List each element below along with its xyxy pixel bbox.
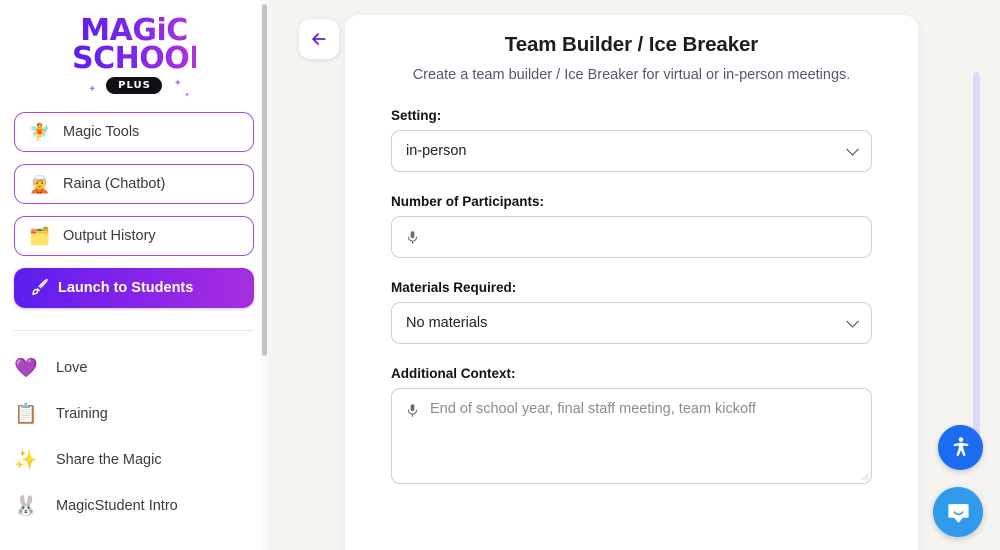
sidebar-scrollbar-thumb[interactable] — [262, 4, 267, 356]
setting-select-value: in-person — [406, 143, 467, 160]
microphone-icon[interactable] — [405, 228, 420, 247]
materials-select[interactable]: No materials — [391, 302, 872, 345]
sidebar-item-label: Output History — [63, 228, 156, 244]
setting-select[interactable]: in-person — [391, 130, 872, 173]
participants-input[interactable] — [391, 216, 872, 259]
logo[interactable]: MAGiC SCHOOL PLUS ✦ ✦ ✦ — [0, 0, 268, 112]
additional-context-placeholder: End of school year, final staff meeting,… — [430, 401, 756, 418]
sidebar-item-raina-chatbot[interactable]: 🧝 Raina (Chatbot) — [14, 164, 254, 204]
sidebar-nav: 🧚 Magic Tools 🧝 Raina (Chatbot) 🗂️ Outpu… — [0, 112, 268, 308]
chat-bubble-icon — [947, 503, 969, 523]
sidebar-item-output-history[interactable]: 🗂️ Output History — [14, 216, 254, 256]
field-participants: Number of Participants: — [391, 194, 872, 259]
arrow-left-icon — [312, 33, 326, 45]
tool-form-card: Team Builder / Ice Breaker Create a team… — [345, 15, 918, 550]
additional-context-textarea[interactable]: End of school year, final staff meeting,… — [391, 388, 872, 485]
accessibility-button[interactable] — [938, 425, 983, 470]
launch-to-students-button[interactable]: Launch to Students — [14, 268, 254, 308]
output-history-icon: 🗂️ — [29, 226, 51, 246]
sidebar-item-label: Launch to Students — [58, 280, 194, 296]
sidebar-item-love[interactable]: 💜 Love — [14, 345, 254, 391]
easel-icon: 📋 — [14, 403, 38, 425]
materials-select-value: No materials — [406, 315, 488, 332]
sparkle-star-icon: ✦ — [88, 84, 97, 95]
sidebar-item-label: Magic Tools — [63, 124, 140, 140]
chevron-down-icon — [846, 142, 859, 156]
sidebar-item-magic-tools[interactable]: 🧚 Magic Tools — [14, 112, 254, 152]
field-additional-context: Additional Context: End of school year, … — [391, 366, 872, 485]
field-label: Number of Participants: — [391, 194, 545, 210]
sidebar: MAGiC SCHOOL PLUS ✦ ✦ ✦ 🧚 Magic Tools 🧝 … — [0, 0, 268, 550]
sidebar-item-magicstudent-intro[interactable]: 🐰 MagicStudent Intro — [14, 483, 254, 529]
sidebar-item-share-the-magic[interactable]: ✨ Share the Magic — [14, 437, 254, 483]
main-content: Team Builder / Ice Breaker Create a team… — [268, 0, 1000, 550]
sidebar-links: 💜 Love 📋 Training ✨ Share the Magic 🐰 Ma… — [0, 331, 268, 529]
field-materials: Materials Required: No materials — [391, 280, 872, 345]
sidebar-item-label: Training — [56, 406, 108, 422]
magic-wand-fairy-icon: 🧚 — [29, 122, 51, 142]
field-label: Additional Context: — [391, 366, 516, 382]
sparkle-star-icon: ✦ — [173, 78, 182, 89]
page-subtitle: Create a team builder / Ice Breaker for … — [412, 67, 851, 83]
chat-launcher-button[interactable] — [933, 487, 983, 537]
purple-heart-icon: 💜 — [14, 357, 38, 379]
sidebar-item-label: Raina (Chatbot) — [63, 176, 166, 192]
sidebar-item-label: Share the Magic — [56, 452, 162, 468]
rocket-icon — [32, 278, 48, 295]
sidebar-item-label: Love — [56, 360, 88, 376]
raina-avatar-icon: 🧝 — [29, 174, 51, 194]
field-label: Materials Required: — [391, 280, 517, 296]
app-root: MAGiC SCHOOL PLUS ✦ ✦ ✦ 🧚 Magic Tools 🧝 … — [0, 0, 1000, 550]
bunny-icon: 🐰 — [14, 495, 38, 517]
logo-line-2: SCHOOL — [72, 40, 208, 76]
sidebar-item-training[interactable]: 📋 Training — [14, 391, 254, 437]
back-button[interactable] — [299, 19, 339, 59]
sidebar-item-label: MagicStudent Intro — [56, 498, 178, 514]
logo-plus-badge: PLUS — [106, 77, 162, 95]
field-setting: Setting: in-person — [391, 108, 872, 173]
main-scrollbar-thumb[interactable] — [973, 72, 980, 460]
accessibility-icon — [953, 436, 968, 456]
textarea-resize-handle[interactable] — [859, 471, 869, 481]
page-title: Team Builder / Ice Breaker — [504, 33, 759, 56]
sparkle-star-icon: ✦ — [184, 92, 190, 99]
field-label: Setting: — [391, 108, 442, 124]
sparkles-wand-icon: ✨ — [14, 449, 38, 471]
chevron-down-icon — [846, 314, 859, 328]
microphone-icon[interactable] — [405, 401, 420, 420]
